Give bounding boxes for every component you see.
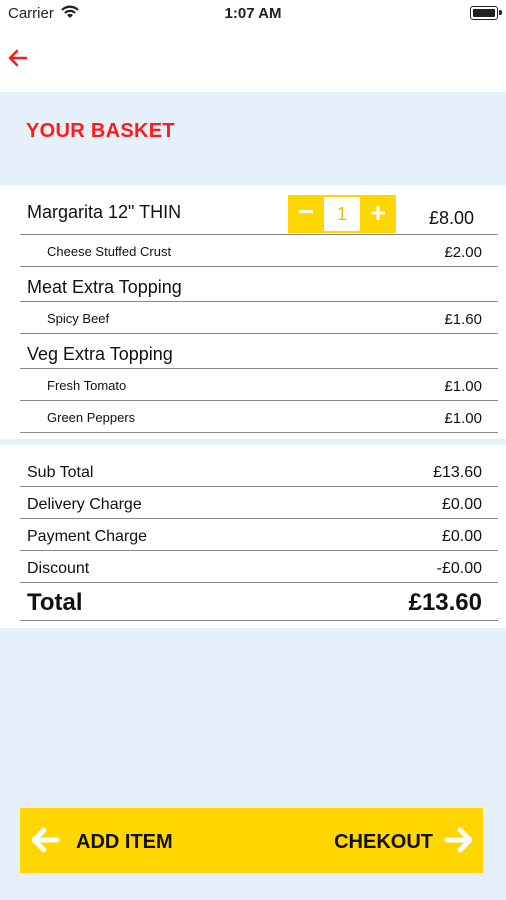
page-title: YOUR BASKET [26,120,175,142]
action-bar: ADD ITEM CHEKOUT [20,808,483,873]
topping-category-row: Meat Extra Topping [20,267,498,302]
topping-row: Green Peppers £1.00 [20,401,498,433]
add-item-button[interactable]: ADD ITEM [20,808,220,873]
battery-icon [470,6,502,20]
topping-name: Green Peppers [47,410,136,425]
topping-name: Cheese Stuffed Crust [47,244,172,259]
item-name: Margarita 12" THIN [27,202,182,222]
topping-name: Fresh Tomato [47,378,127,393]
payment-charge-row: Payment Charge £0.00 [20,519,498,551]
delivery-charge-row: Delivery Charge £0.00 [20,487,498,519]
category-name: Veg Extra Topping [27,344,173,364]
topping-category-row: Veg Extra Topping [20,334,498,369]
topping-name: Spicy Beef [47,311,110,326]
discount-value: -£0.00 [436,560,482,577]
delivery-charge-label: Delivery Charge [27,496,142,513]
back-arrow-icon[interactable] [4,44,32,72]
total-row: Total £13.60 [20,577,498,621]
topping-price: £1.00 [444,410,482,427]
status-bar: Carrier 1:07 AM [0,0,506,28]
basket-item-row: Margarita 12" THIN − 1 + £8.00 [20,185,498,235]
topping-row: Spicy Beef £1.60 [20,302,498,334]
total-value: £13.60 [408,589,482,616]
arrow-left-icon [31,827,60,853]
quantity-stepper: − 1 + [288,195,396,233]
item-price: £8.00 [428,208,474,228]
arrow-right-icon [444,827,473,853]
total-label: Total [27,589,83,616]
topping-price: £1.00 [444,378,482,395]
basket-items: Margarita 12" THIN − 1 + £8.00 Cheese St… [0,185,506,439]
increase-quantity-button[interactable]: + [360,195,396,233]
status-time: 1:07 AM [224,5,282,22]
topping-row: Cheese Stuffed Crust £2.00 [20,235,498,267]
delivery-charge-value: £0.00 [441,496,482,513]
quantity-value: 1 [324,197,360,231]
checkout-label: CHEKOUT [334,831,433,853]
topping-price: £1.60 [444,311,482,328]
sub-total-label: Sub Total [27,464,94,481]
topping-row: Fresh Tomato £1.00 [20,369,498,401]
category-name: Meat Extra Topping [27,277,182,297]
topping-price: £2.00 [444,244,482,261]
totals-panel: Sub Total £13.60 Delivery Charge £0.00 P… [0,445,506,628]
decrease-quantity-button[interactable]: − [288,195,324,233]
sub-total-value: £13.60 [433,464,482,481]
payment-charge-value: £0.00 [441,528,482,545]
discount-label: Discount [27,560,90,577]
sub-total-row: Sub Total £13.60 [20,455,498,487]
checkout-button[interactable]: CHEKOUT [283,808,483,873]
add-item-label: ADD ITEM [76,831,173,853]
nav-bar [0,28,506,92]
payment-charge-label: Payment Charge [27,528,148,545]
